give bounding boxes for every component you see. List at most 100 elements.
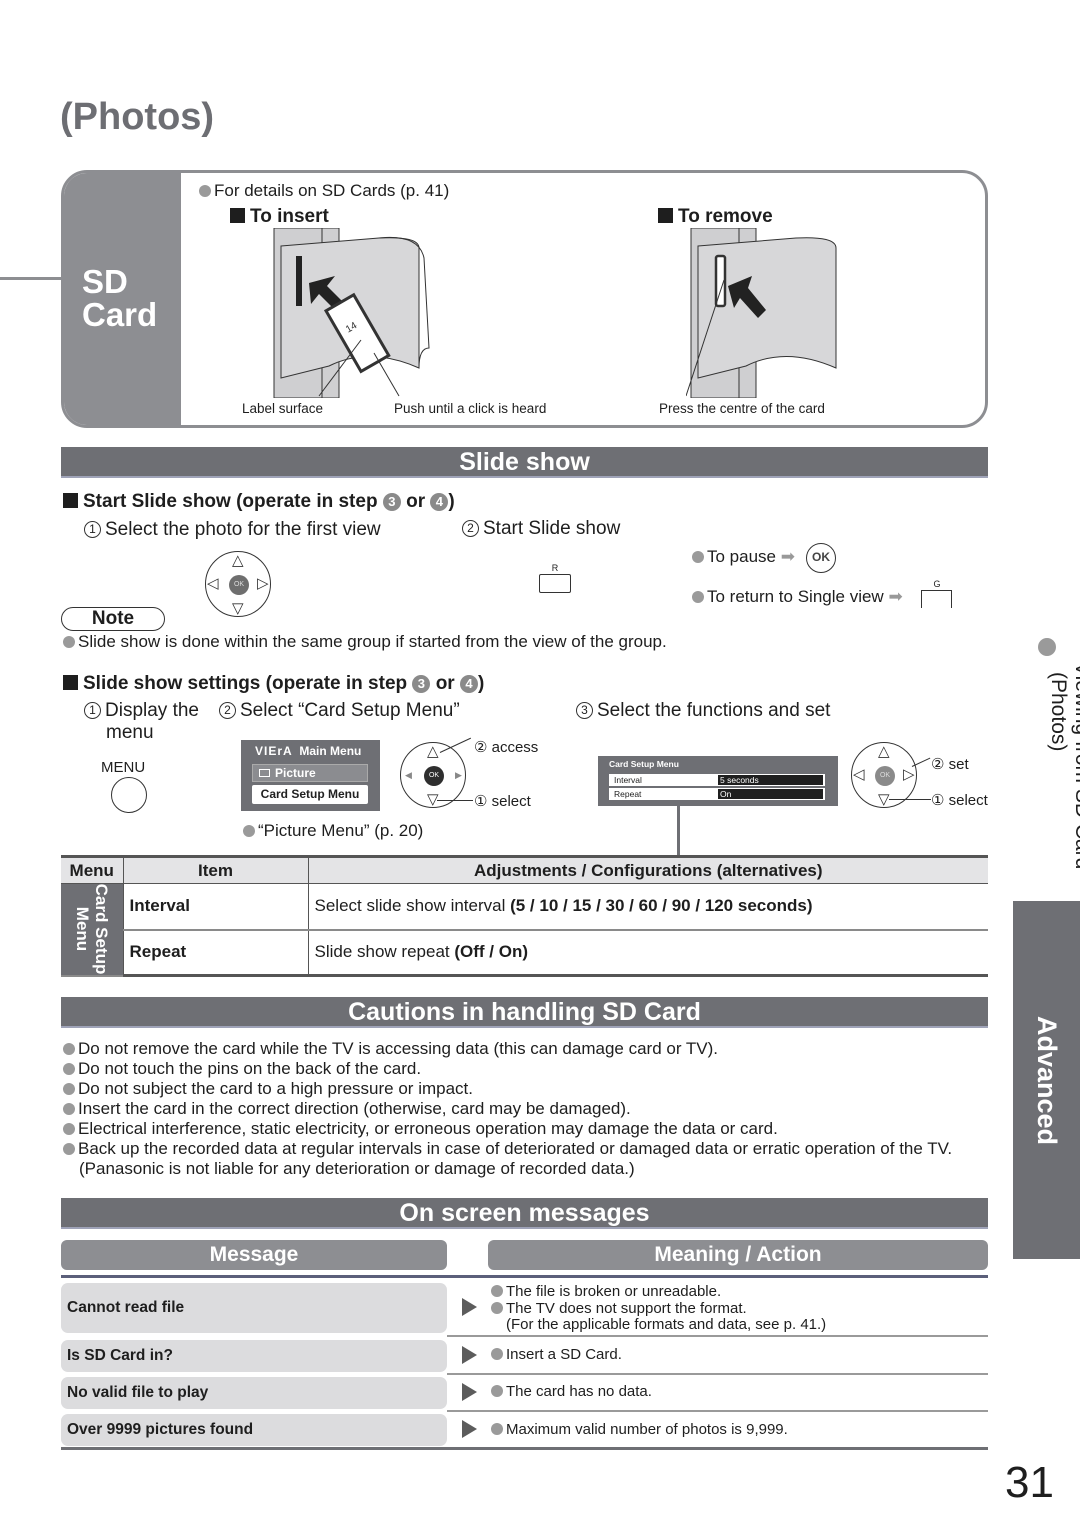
step-circle-number: 3	[576, 702, 593, 719]
bullet-icon	[63, 1103, 75, 1115]
meaning-line-text: The card has no data.	[506, 1383, 652, 1400]
meaning-text: The file is broken or unreadable. The TV…	[491, 1283, 826, 1334]
arrow-up-icon: △	[232, 552, 244, 569]
list-item: Back up the recorded data at regular int…	[63, 1139, 993, 1179]
list-item: Electrical interference, static electric…	[63, 1119, 993, 1139]
pause-text: To pause	[707, 547, 776, 566]
ok-button[interactable]: OK	[806, 543, 836, 573]
arrow-right-icon: ▶	[455, 770, 462, 780]
list-item: Insert the card in the correct direction…	[63, 1099, 993, 1119]
card-setup-table: Menu Item Adjustments / Configurations (…	[61, 855, 988, 977]
bullet-icon	[491, 1423, 503, 1435]
picture-icon	[259, 769, 270, 777]
menu-group-line2: Menu	[72, 907, 92, 952]
bullet-icon	[63, 1043, 75, 1055]
bullet-icon	[243, 825, 255, 837]
step-circle-number: 1	[84, 521, 101, 538]
arrow-down-icon: ▽	[878, 791, 890, 808]
callout-line	[437, 800, 473, 801]
arrow-left-icon: ◁	[207, 575, 219, 592]
red-key-label: R	[551, 563, 559, 573]
desc-plain: Slide show repeat	[314, 942, 455, 962]
header-rule	[61, 1275, 988, 1278]
bullet-icon	[199, 185, 211, 197]
arrow-right-icon	[462, 1383, 477, 1401]
message-row: No valid file to play The card has no da…	[61, 1375, 988, 1412]
note-body: Slide show is done within the same group…	[78, 632, 667, 651]
insert-heading: To insert	[230, 206, 329, 228]
message-box: No valid file to play	[61, 1377, 447, 1409]
red-button[interactable]	[539, 574, 571, 593]
menu-item-label: Picture	[275, 766, 316, 780]
table-row: Card Setup Menu Interval Select slide sh…	[61, 883, 988, 977]
card-menu-row-repeat[interactable]: Repeat On	[609, 788, 825, 800]
sd-tab-line2: Card	[82, 296, 158, 333]
settings-step-2: 2 Select “Card Setup Menu”	[219, 700, 460, 722]
header-adjustments: Adjustments / Configurations (alternativ…	[307, 855, 988, 884]
bullet-icon	[491, 1301, 503, 1314]
menu-item-card-setup[interactable]: Card Setup Menu	[252, 785, 368, 804]
set-label: ② set	[931, 756, 969, 773]
meaning-line-text: The TV does not support the format.	[506, 1299, 747, 1317]
caution-text: Back up the recorded data at regular int…	[78, 1139, 953, 1178]
heading-or: or	[406, 491, 426, 512]
arrow-right-icon: ▷	[257, 575, 269, 592]
row-label: Repeat	[614, 789, 642, 799]
message-box: Cannot read file	[61, 1283, 447, 1333]
card-menu-row-interval[interactable]: Interval 5 seconds	[609, 774, 825, 786]
bullet-icon	[63, 1143, 75, 1155]
caption-label-surface: Label surface	[242, 401, 324, 416]
side-tab-advanced[interactable]: Advanced	[1013, 901, 1080, 1259]
select-label: ① select	[474, 793, 531, 810]
table-bottom-rule	[61, 1447, 988, 1450]
bullet-icon	[63, 1123, 75, 1135]
caution-text: Do not subject the card to a high pressu…	[78, 1079, 473, 1098]
arrow-up-icon: △	[427, 743, 439, 760]
menu-connector-line	[677, 806, 680, 856]
slide-show-banner: Slide show	[61, 447, 988, 478]
ok-button-icon: OK	[424, 766, 444, 786]
list-item: Do not touch the pins on the back of the…	[63, 1059, 993, 1079]
start-step-1: 1 Select the photo for the first view	[84, 519, 381, 541]
sd-details-text: For details on SD Cards (p. 41)	[214, 181, 450, 200]
meaning-line-text: Insert a SD Card.	[506, 1346, 622, 1363]
sd-card-insert-illustration: 14	[273, 228, 430, 398]
arrow-right-icon: ➡	[780, 547, 795, 566]
bullet-icon	[491, 1348, 503, 1360]
dpad-button-access[interactable]: △ ▽ ◀ ▶ OK	[400, 742, 466, 808]
side-tab-viewing[interactable]: Viewing from SD Card (Photos)	[1046, 662, 1080, 869]
page-number: 31	[1005, 1458, 1054, 1507]
green-key-label: G	[933, 579, 941, 589]
side-tab-line1: Viewing from SD Card	[1071, 662, 1080, 870]
remove-heading-text: To remove	[678, 206, 773, 227]
message-row: Over 9999 pictures found Maximum valid n…	[61, 1412, 988, 1450]
bullet-icon	[491, 1385, 503, 1397]
step-text: Start Slide show	[483, 518, 621, 539]
caution-text: Electrical interference, static electric…	[78, 1119, 778, 1138]
cautions-banner: Cautions in handling SD Card	[61, 997, 988, 1028]
step-text: Select “Card Setup Menu”	[240, 700, 460, 721]
return-text: To return to Single view	[707, 587, 884, 606]
step-text: Display the	[105, 700, 199, 721]
bullet-icon	[692, 551, 704, 563]
main-menu-title-text: Main Menu	[299, 744, 362, 758]
header-menu: Menu	[61, 855, 123, 884]
viera-logo: VIErA	[255, 744, 293, 758]
dpad-button-start[interactable]: △ ▽ ◁ ▷ OK	[205, 551, 271, 617]
caution-text: Do not remove the card while the TV is a…	[78, 1039, 719, 1058]
caption-push: Push until a click is heard	[394, 401, 547, 416]
card-menu-title: Card Setup Menu	[609, 759, 679, 769]
menu-button[interactable]	[111, 777, 147, 813]
bullet-icon	[692, 591, 704, 603]
header-item: Item	[122, 855, 308, 884]
step-circle-number: 2	[462, 520, 479, 537]
menu-item-picture[interactable]: Picture	[252, 764, 368, 782]
step-circle-number: 2	[219, 702, 236, 719]
picture-menu-reference: “Picture Menu” (p. 20)	[243, 821, 423, 841]
step-circle-number: 1	[84, 702, 101, 719]
page-title: (Photos)	[60, 96, 215, 138]
menu-group-label: Card Setup Menu	[73, 884, 111, 975]
green-button[interactable]	[921, 590, 952, 608]
bullet-icon	[63, 636, 75, 648]
item-cell: Repeat	[122, 929, 308, 977]
